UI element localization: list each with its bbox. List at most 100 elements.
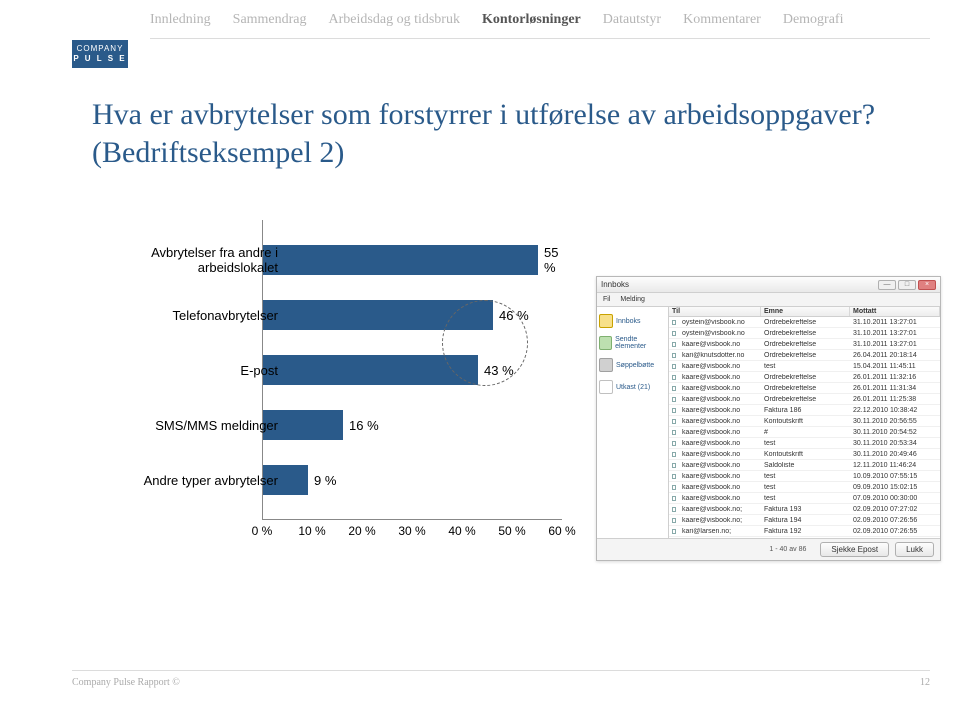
mail-row[interactable]: kaare@visbook.noOrdrebekreftelse26.01.20…	[669, 394, 940, 405]
mail-from: kaare@visbook.no	[679, 429, 761, 436]
nav-item-4[interactable]: Datautstyr	[603, 12, 661, 28]
mail-row[interactable]: kaare@visbook.notest10.09.2010 07:55:15	[669, 471, 940, 482]
mail-from: kaare@visbook.no;	[679, 506, 761, 513]
mail-row[interactable]: kari@larsen.no;Faktura 19202.09.2010 07:…	[669, 526, 940, 537]
mail-from: kaare@visbook.no	[679, 396, 761, 403]
mail-date: 26.01.2011 11:31:34	[850, 385, 940, 392]
mail-row[interactable]: kaare@visbook.no#30.11.2010 20:54:52	[669, 427, 940, 438]
menu-message[interactable]: Melding	[620, 296, 645, 303]
mail-row[interactable]: kaare@visbook.notest30.11.2010 20:53:34	[669, 438, 940, 449]
mail-subject: Kontoutskrift	[761, 418, 850, 425]
mail-row[interactable]: kaare@visbook.no;Faktura 19402.09.2010 0…	[669, 515, 940, 526]
x-tick-3: 30 %	[392, 524, 432, 538]
envelope-icon	[669, 419, 679, 424]
col-received[interactable]: Mottatt	[850, 307, 940, 316]
logo-text-1: COMPANY	[77, 44, 124, 54]
mail-subject: Saldoliste	[761, 462, 850, 469]
folder-icon	[599, 380, 613, 394]
mail-date: 22.12.2010 10:38:42	[850, 407, 940, 414]
mail-from: kaare@visbook.no	[679, 385, 761, 392]
folder-label: Innboks	[616, 318, 641, 325]
nav-item-3[interactable]: Kontorløsninger	[482, 12, 581, 28]
mail-from: kaare@visbook.no	[679, 341, 761, 348]
folder-label: Utkast (21)	[616, 384, 650, 391]
col-subject[interactable]: Emne	[761, 307, 850, 316]
category-label-3: SMS/MMS meldinger	[88, 410, 278, 440]
mail-date: 26.04.2011 20:18:14	[850, 352, 940, 359]
envelope-icon	[669, 353, 679, 358]
mail-date: 31.10.2011 13:27:01	[850, 341, 940, 348]
mail-from: kaare@visbook.no	[679, 374, 761, 381]
col-from[interactable]: Til	[669, 307, 761, 316]
close-window-button[interactable]: Lukk	[895, 542, 934, 557]
mail-from: kari@knutsdotter.no	[679, 352, 761, 359]
mail-row[interactable]: kaare@visbook.notest07.09.2010 00:30:00	[669, 493, 940, 504]
mail-row[interactable]: kaare@visbook.noFaktura 18622.12.2010 10…	[669, 405, 940, 416]
mail-subject: test	[761, 473, 850, 480]
mail-folder-2[interactable]: Søppelbøtte	[599, 354, 666, 376]
check-email-button[interactable]: Sjekke Epost	[820, 542, 889, 557]
mail-folder-0[interactable]: Innboks	[599, 310, 666, 332]
mail-subject: Ordrebekreftelse	[761, 352, 850, 359]
mail-from: kaare@visbook.no	[679, 363, 761, 370]
close-button[interactable]: ×	[918, 280, 936, 290]
folder-icon	[599, 336, 612, 350]
mail-date: 31.10.2011 13:27:01	[850, 319, 940, 326]
mail-row[interactable]: oystein@visbook.noOrdrebekreftelse31.10.…	[669, 317, 940, 328]
mail-date: 02.09.2010 07:27:02	[850, 506, 940, 513]
mail-row[interactable]: kaare@visbook.noKontoutskrift30.11.2010 …	[669, 416, 940, 427]
envelope-icon	[669, 364, 679, 369]
mail-row[interactable]: kaare@visbook.noOrdrebekreftelse26.01.20…	[669, 372, 940, 383]
envelope-icon	[669, 320, 679, 325]
mail-row[interactable]: kaare@visbook.noKontoutskrift30.11.2010 …	[669, 449, 940, 460]
mail-row[interactable]: kari@knutsdotter.noOrdrebekreftelse26.04…	[669, 350, 940, 361]
nav-item-1[interactable]: Sammendrag	[233, 12, 307, 28]
mail-row[interactable]: kaare@visbook.notest09.09.2010 15:02:15	[669, 482, 940, 493]
top-nav-rule	[150, 38, 930, 39]
mail-row[interactable]: kaare@visbook.notest15.04.2011 11:45:11	[669, 361, 940, 372]
envelope-icon	[669, 529, 679, 534]
mail-subject: Faktura 186	[761, 407, 850, 414]
mail-subject: Faktura 192	[761, 528, 850, 535]
page-title: Hva er avbrytelser som forstyrrer i utfø…	[92, 96, 900, 172]
nav-item-5[interactable]: Kommentarer	[683, 12, 761, 28]
envelope-icon	[669, 518, 679, 523]
mail-date: 10.09.2010 07:55:15	[850, 473, 940, 480]
mail-row[interactable]: kaare@visbook.noSaldoliste12.11.2010 11:…	[669, 460, 940, 471]
nav-item-0[interactable]: Innledning	[150, 12, 211, 28]
folder-icon	[599, 314, 613, 328]
envelope-icon	[669, 463, 679, 468]
minimize-button[interactable]: —	[878, 280, 896, 290]
mail-date: 30.11.2010 20:56:55	[850, 418, 940, 425]
mail-date: 31.10.2011 13:27:01	[850, 330, 940, 337]
mail-date: 15.04.2011 11:45:11	[850, 363, 940, 370]
mail-row[interactable]: oystein@visbook.noOrdrebekreftelse31.10.…	[669, 328, 940, 339]
folder-label: Søppelbøtte	[616, 362, 654, 369]
top-nav: Innledning Sammendrag Arbeidsdag og tidsbr…	[0, 0, 960, 40]
mail-from: kaare@visbook.no	[679, 440, 761, 447]
mail-folder-3[interactable]: Utkast (21)	[599, 376, 666, 398]
x-tick-2: 20 %	[342, 524, 382, 538]
menu-file[interactable]: Fil	[603, 296, 610, 303]
mail-from: kari@larsen.no;	[679, 528, 761, 535]
mail-row[interactable]: kaare@visbook.no;Faktura 19302.09.2010 0…	[669, 504, 940, 515]
mail-subject: Faktura 193	[761, 506, 850, 513]
mail-subject: #	[761, 429, 850, 436]
envelope-icon	[669, 408, 679, 413]
envelope-icon	[669, 441, 679, 446]
mail-date: 02.09.2010 07:26:55	[850, 528, 940, 535]
mail-row[interactable]: kaare@visbook.noOrdrebekreftelse26.01.20…	[669, 383, 940, 394]
nav-item-2[interactable]: Arbeidsdag og tidsbruk	[329, 12, 460, 28]
window-title: Innboks	[601, 280, 629, 289]
envelope-icon	[669, 342, 679, 347]
nav-item-6[interactable]: Demografi	[783, 12, 844, 28]
mail-folder-1[interactable]: Sendte elementer	[599, 332, 666, 354]
mail-from: kaare@visbook.no	[679, 407, 761, 414]
mail-subject: Ordrebekreftelse	[761, 319, 850, 326]
maximize-button[interactable]: □	[898, 280, 916, 290]
mail-row[interactable]: kaare@visbook.noOrdrebekreftelse31.10.20…	[669, 339, 940, 350]
x-tick-6: 60 %	[542, 524, 582, 538]
mail-folder-sidebar: Innboks Sendte elementer Søppelbøtte Utkast…	[597, 307, 669, 538]
envelope-icon	[669, 386, 679, 391]
window-footer: 1 - 40 av 86 Sjekke Epost Lukk	[597, 538, 940, 560]
